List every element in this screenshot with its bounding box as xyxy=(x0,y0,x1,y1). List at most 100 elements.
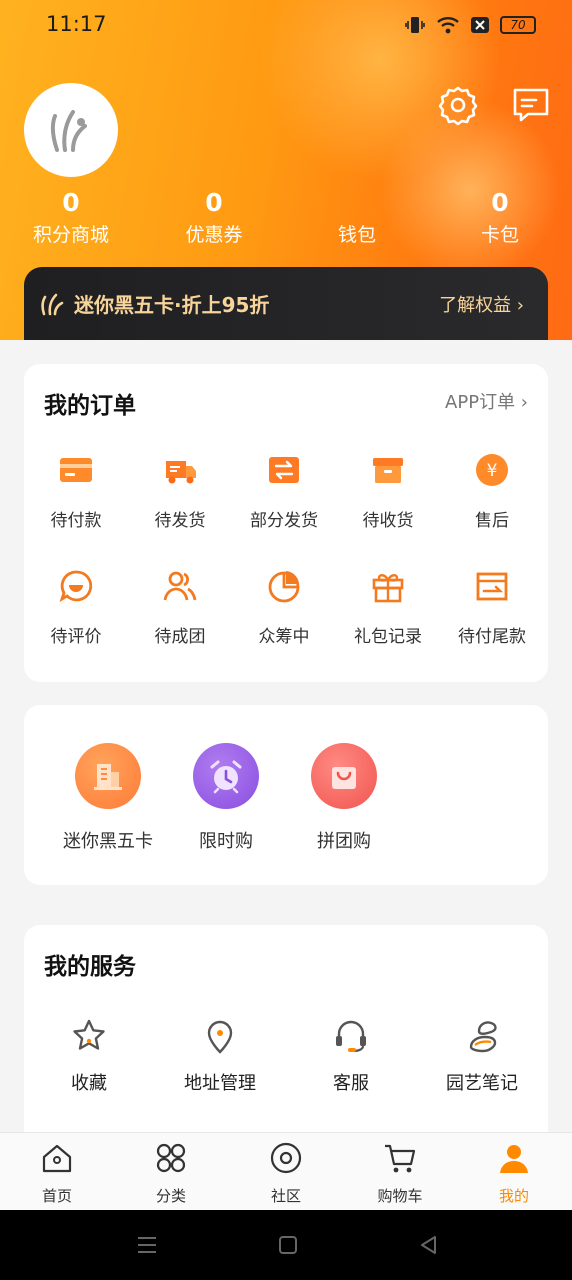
stat-label: 优惠券 xyxy=(185,224,243,246)
shopping-bag-icon xyxy=(332,767,356,789)
order-pending-group[interactable]: 待成团 xyxy=(128,566,232,647)
status-icons: 70 xyxy=(404,15,536,35)
order-pending-receipt[interactable]: 待收货 xyxy=(336,450,440,531)
service-gardening-notes[interactable]: 园艺笔记 xyxy=(417,1017,547,1095)
order-partial-shipment[interactable]: 部分发货 xyxy=(232,450,336,531)
service-address[interactable]: 地址管理 xyxy=(155,1017,285,1095)
user-profile-icon xyxy=(500,1145,528,1173)
points-mall-stat[interactable]: 0 积分商城 xyxy=(16,188,126,247)
account-stats: 0 积分商城 0 优惠券 钱包 0 卡包 xyxy=(0,188,572,248)
wifi-icon xyxy=(437,17,459,34)
star-icon xyxy=(73,1019,105,1050)
promo-flash-sale[interactable]: 限时购 xyxy=(167,743,285,853)
order-label: 礼包记录 xyxy=(354,627,422,647)
avatar-logo-icon xyxy=(50,110,87,152)
location-pin-icon xyxy=(207,1020,233,1054)
battery-indicator: 70 xyxy=(500,16,536,34)
service-label: 收藏 xyxy=(71,1073,107,1094)
order-label: 待发货 xyxy=(154,511,206,531)
stat-value xyxy=(302,188,412,218)
promo-icon-wrap xyxy=(193,743,259,809)
order-label: 售后 xyxy=(475,511,509,531)
order-label: 待评价 xyxy=(50,627,102,647)
service-favorites[interactable]: 收藏 xyxy=(24,1017,154,1095)
grid-circles-icon xyxy=(156,1143,186,1173)
order-gift-records[interactable]: 礼包记录 xyxy=(336,566,440,647)
comment-bubble-icon xyxy=(59,570,93,603)
stat-value: 0 xyxy=(205,188,223,217)
stat-label: 钱包 xyxy=(337,224,376,246)
status-time: 11:17 xyxy=(46,12,107,36)
back-nav-icon[interactable] xyxy=(418,1234,440,1256)
services-title: 我的服务 xyxy=(44,954,136,980)
tab-cart[interactable]: 购物车 xyxy=(360,1141,440,1206)
invoice-icon xyxy=(476,572,508,601)
tab-home[interactable]: 首页 xyxy=(17,1141,97,1206)
tab-label: 我的 xyxy=(498,1187,529,1205)
pie-chart-icon xyxy=(268,571,300,603)
profile-header: 11:17 70 0 积分商城 0 优惠券 钱包 0 卡包 迷你黑五卡·折上95… xyxy=(0,0,572,340)
headset-icon xyxy=(336,1020,366,1053)
order-pending-payment[interactable]: 待付款 xyxy=(24,450,128,531)
service-label: 园艺笔记 xyxy=(446,1073,518,1094)
home-nav-icon[interactable] xyxy=(277,1234,299,1256)
no-sim-icon xyxy=(471,17,489,33)
promo-label: 拼团购 xyxy=(317,831,371,852)
stat-label: 卡包 xyxy=(480,224,519,246)
stat-label: 积分商城 xyxy=(32,224,109,246)
tab-label: 分类 xyxy=(155,1187,186,1205)
banner-title-group: 迷你黑五卡·折上95折 xyxy=(40,289,269,318)
brand-sprout-icon xyxy=(41,293,64,315)
order-pending-shipment[interactable]: 待发货 xyxy=(128,450,232,531)
gift-box-icon xyxy=(372,574,404,603)
group-users-icon xyxy=(163,571,197,601)
message-icon[interactable] xyxy=(510,84,552,126)
order-label: 待付尾款 xyxy=(458,627,526,647)
status-bar: 11:17 70 xyxy=(0,0,572,52)
promo-mini-black-five-card[interactable]: 迷你黑五卡 xyxy=(49,743,167,853)
order-label: 众筹中 xyxy=(258,627,310,647)
promo-group-buy[interactable]: 拼团购 xyxy=(285,743,403,853)
settings-gear-icon[interactable] xyxy=(437,84,479,126)
services-card: 我的服务 收藏 地址管理 客服 园艺笔记 xyxy=(24,925,548,1165)
order-label: 待付款 xyxy=(50,511,102,531)
coupons-stat[interactable]: 0 优惠券 xyxy=(159,188,269,247)
wallet-stat[interactable]: 钱包 xyxy=(302,188,412,247)
system-nav-bar xyxy=(0,1210,572,1280)
order-crowdfunding[interactable]: 众筹中 xyxy=(232,566,336,647)
card-pack-stat[interactable]: 0 卡包 xyxy=(445,188,555,247)
service-label: 地址管理 xyxy=(184,1073,256,1094)
user-avatar[interactable] xyxy=(24,83,118,177)
banner-title: 迷你黑五卡·折上95折 xyxy=(74,293,270,317)
order-label: 待收货 xyxy=(362,511,414,531)
tab-categories[interactable]: 分类 xyxy=(131,1141,211,1206)
orders-title: 我的订单 xyxy=(44,393,136,419)
truck-icon xyxy=(166,461,196,484)
home-icon xyxy=(42,1144,72,1173)
promo-icon-wrap xyxy=(75,743,141,809)
order-pending-review[interactable]: 待评价 xyxy=(24,566,128,647)
service-customer-support[interactable]: 客服 xyxy=(286,1017,416,1095)
tab-me[interactable]: 我的 xyxy=(474,1141,554,1206)
banner-benefits-link[interactable]: 了解权益 › xyxy=(439,291,524,317)
building-icon xyxy=(94,764,122,790)
order-after-sales[interactable]: ¥ 售后 xyxy=(440,450,544,531)
order-pending-balance[interactable]: 待付尾款 xyxy=(440,566,544,647)
app-orders-link[interactable]: APP订单 › xyxy=(445,388,528,414)
box-icon xyxy=(373,458,403,483)
orders-card: 我的订单 APP订单 › 待付款 待发货 部分发货 待收货 ¥ 售后 待评价 待… xyxy=(24,364,548,682)
promotions-card: 迷你黑五卡 限时购 拼团购 xyxy=(24,705,548,885)
card-payment-icon xyxy=(60,458,92,482)
order-label: 部分发货 xyxy=(250,511,318,531)
menu-nav-icon[interactable] xyxy=(136,1234,158,1256)
promo-icon-wrap xyxy=(311,743,377,809)
membership-banner[interactable]: 迷你黑五卡·折上95折 了解权益 › xyxy=(24,267,548,340)
tab-community[interactable]: 社区 xyxy=(246,1141,326,1206)
alarm-clock-icon xyxy=(210,760,242,794)
stat-value: 0 xyxy=(62,188,80,217)
transfer-arrows-icon xyxy=(269,457,299,483)
tab-label: 首页 xyxy=(41,1187,72,1205)
service-label: 客服 xyxy=(333,1073,369,1094)
stat-value: 0 xyxy=(491,188,509,217)
promo-label: 迷你黑五卡 xyxy=(63,831,153,852)
